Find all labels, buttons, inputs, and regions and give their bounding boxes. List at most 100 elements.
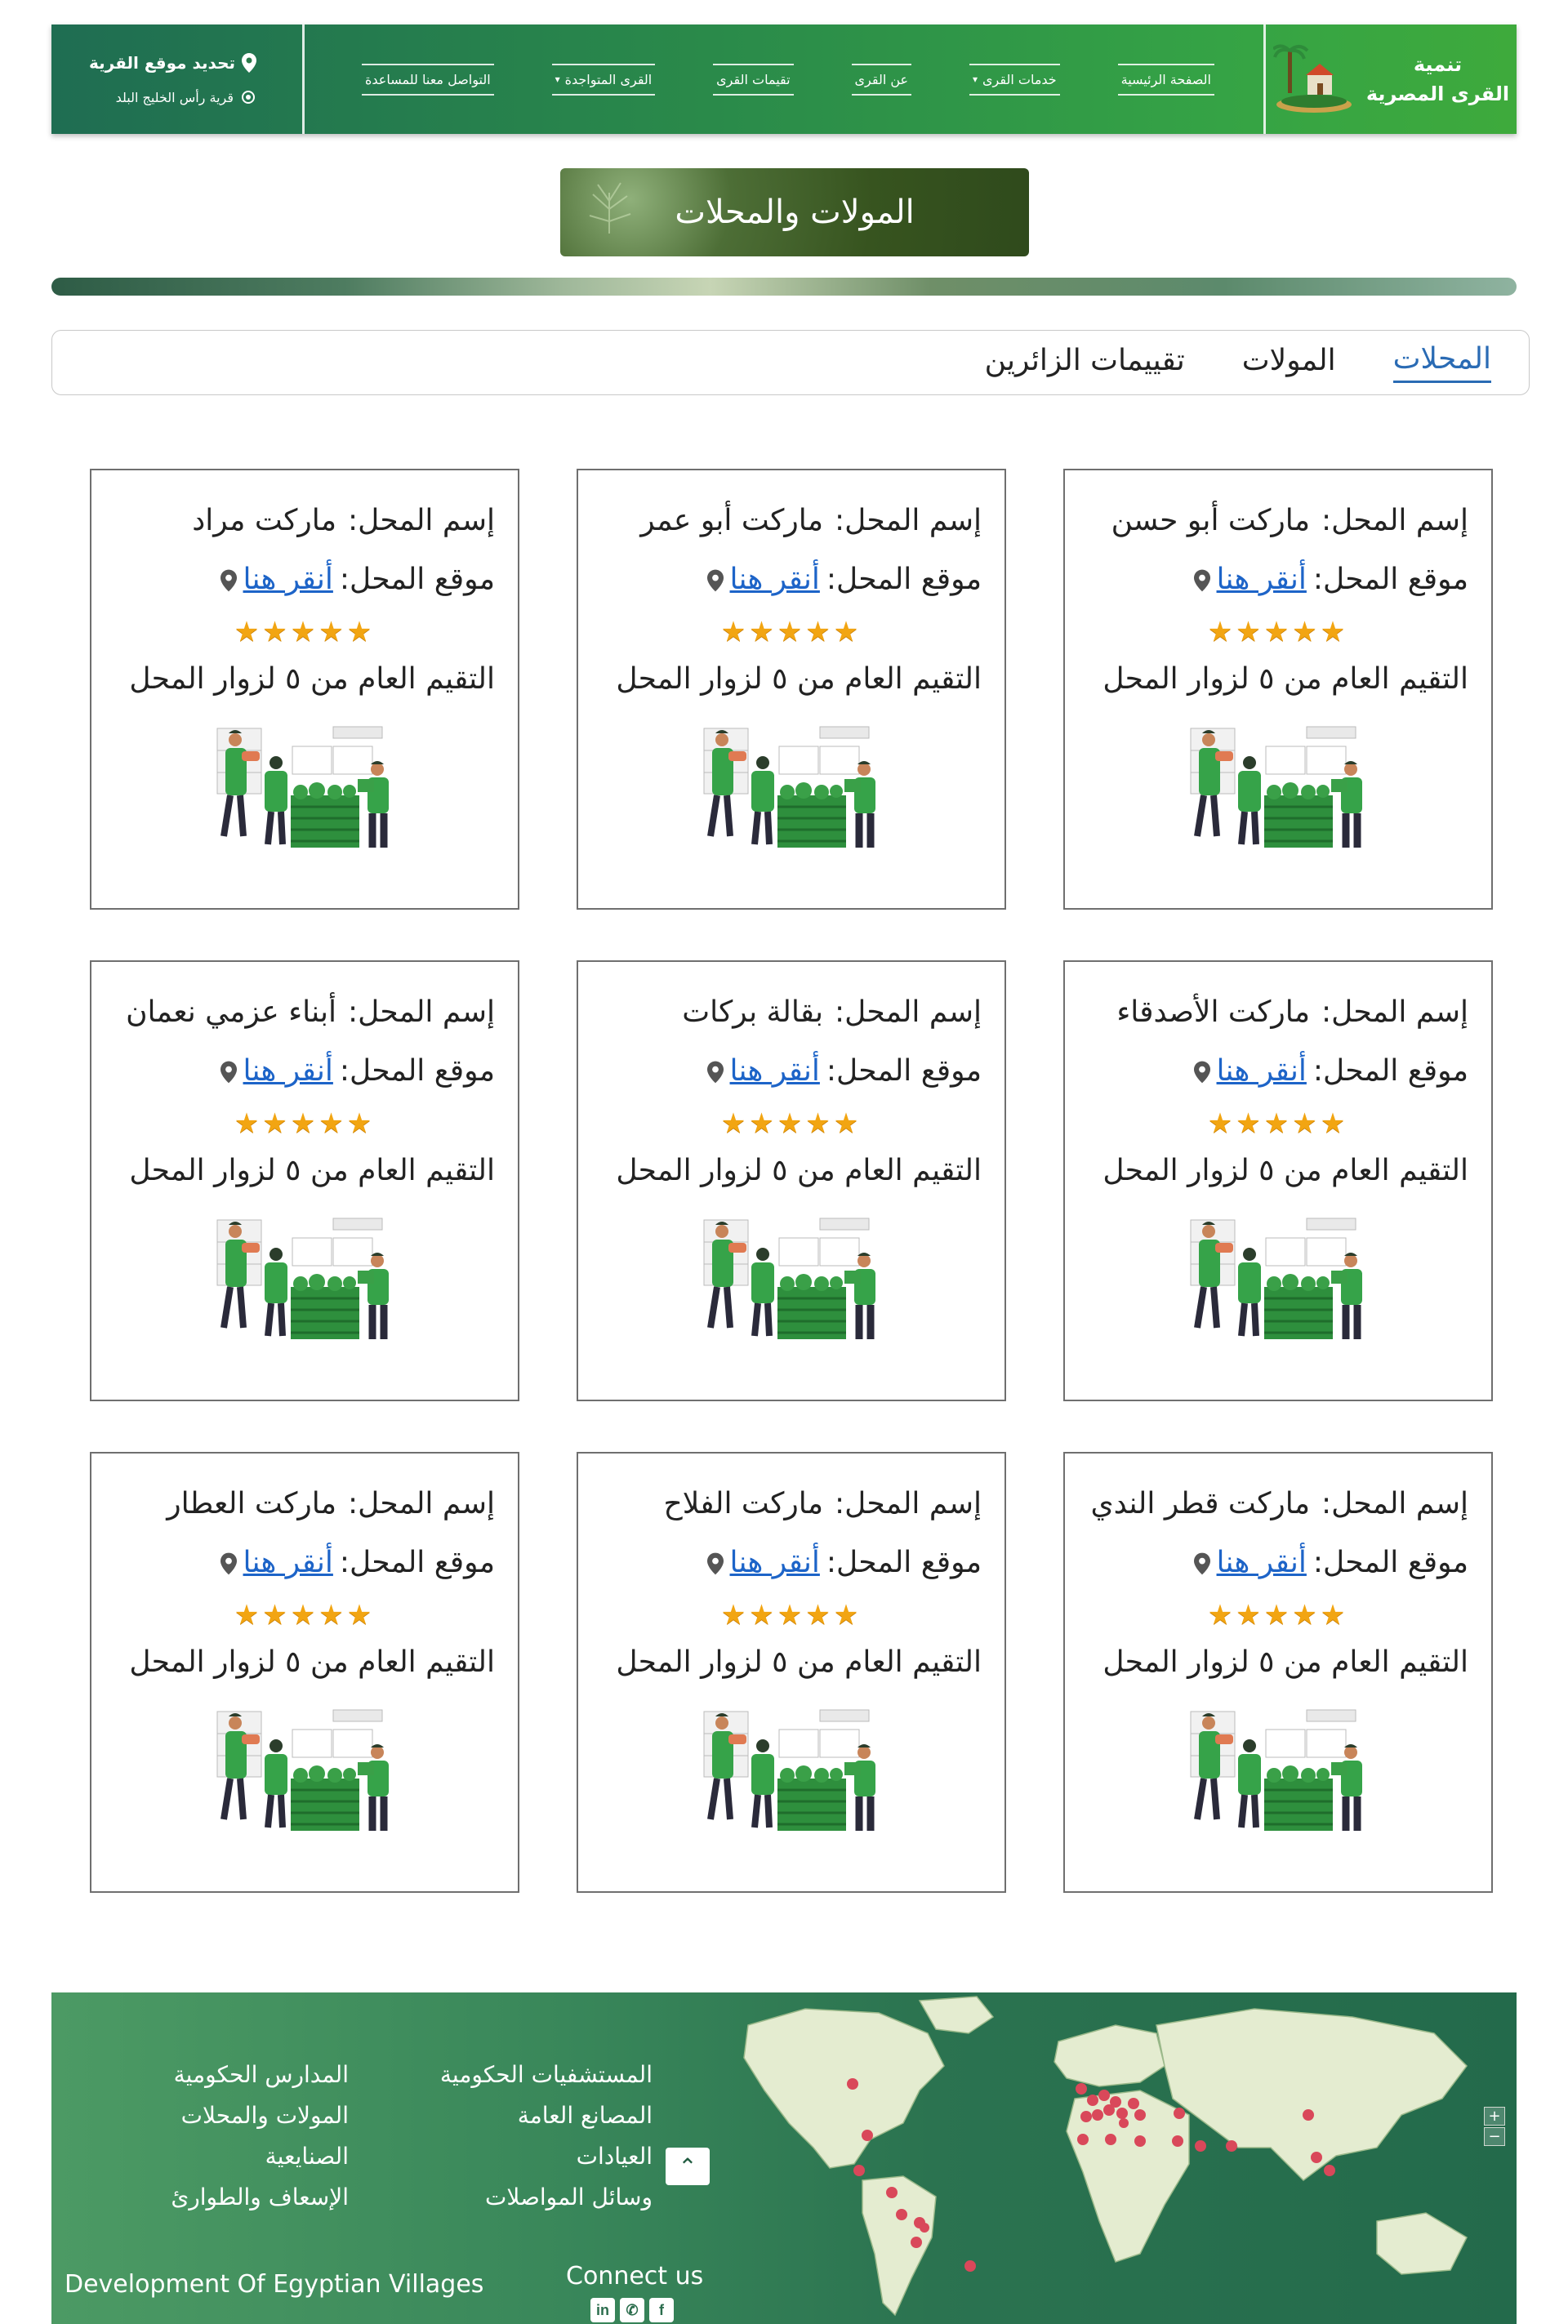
star-icon: ★ xyxy=(234,616,263,648)
set-village-location-button[interactable]: تحديد موقع القرية xyxy=(68,53,256,73)
rating-caption: التقيم العام من ٥ لزوار المحل xyxy=(129,1154,495,1187)
star-icon: ★ xyxy=(749,1599,777,1632)
shop-location-link[interactable]: أنقر هنا xyxy=(243,563,333,596)
shop-location-label: موقع المحل: xyxy=(1312,1054,1468,1088)
shop-location-link[interactable]: أنقر هنا xyxy=(243,1054,333,1088)
shop-location-link[interactable]: أنقر هنا xyxy=(730,1546,820,1579)
star-icon: ★ xyxy=(1292,616,1321,648)
star-icon: ★ xyxy=(262,616,291,648)
footer-link[interactable]: المصانع العامة xyxy=(440,2095,653,2136)
map-pin-icon xyxy=(242,53,256,73)
star-icon: ★ xyxy=(833,1107,862,1140)
footer-link[interactable]: المدارس الحكومية xyxy=(171,2055,349,2095)
footer-link[interactable]: المستشفيات الحكومية xyxy=(440,2055,653,2095)
map-pin-icon xyxy=(706,569,724,592)
star-icon: ★ xyxy=(1236,616,1264,648)
facebook-icon[interactable]: f xyxy=(649,2298,674,2322)
map-pin-icon xyxy=(706,1552,724,1575)
star-icon: ★ xyxy=(1207,616,1236,648)
shop-location-link[interactable]: أنقر هنا xyxy=(730,563,820,596)
map-pin-icon xyxy=(220,1552,237,1575)
footer-link[interactable]: الصنايعية xyxy=(171,2136,349,2177)
connect-us-label: Connect us xyxy=(566,2262,704,2291)
nav-village-ratings[interactable]: تقيمات القرى xyxy=(713,63,794,96)
star-rating: ★★★★★ xyxy=(114,1599,495,1632)
shop-location-link[interactable]: أنقر هنا xyxy=(1217,1054,1307,1088)
whatsapp-icon[interactable]: ✆ xyxy=(620,2298,644,2322)
star-icon: ★ xyxy=(318,1599,347,1632)
star-rating: ★★★★★ xyxy=(601,1599,982,1632)
shop-location-link[interactable]: أنقر هنا xyxy=(730,1054,820,1088)
shop-location-label: موقع المحل: xyxy=(339,1054,495,1088)
star-icon: ★ xyxy=(346,1599,376,1632)
footer-link[interactable]: الإسعاف والطوارئ xyxy=(171,2177,349,2218)
nav-home[interactable]: الصفحة الرئيسية xyxy=(1117,63,1214,96)
zoom-in-button[interactable]: + xyxy=(1484,2107,1505,2126)
nav-label: تقيمات القرى xyxy=(716,71,791,87)
brand[interactable]: تنمية القرى المصرية xyxy=(1263,24,1517,134)
star-rating: ★★★★★ xyxy=(1088,616,1468,648)
shop-location-row: موقع المحل:أنقر هنا xyxy=(601,1545,982,1581)
chevron-down-icon: ▾ xyxy=(555,73,560,85)
shop-name: ماركت أبو عمر xyxy=(640,504,824,537)
shop-name-row: إسم المحل: أبناء عزمي نعمان xyxy=(114,995,495,1031)
shop-name-label: إسم المحل: xyxy=(348,995,495,1029)
rating-caption: التقيم العام من ٥ لزوار المحل xyxy=(616,1154,982,1187)
tab-malls[interactable]: المولات xyxy=(1242,344,1336,382)
star-icon: ★ xyxy=(720,1107,750,1140)
shop-location-link[interactable]: أنقر هنا xyxy=(1217,563,1307,596)
shop-card: إسم المحل: ماركت الفلاح موقع المحل:أنقر ه… xyxy=(577,1452,1006,1893)
star-icon: ★ xyxy=(346,1107,376,1140)
scroll-to-top-button[interactable]: ⌃ xyxy=(666,2148,710,2185)
shop-location-label: موقع المحل: xyxy=(826,563,982,596)
nav-village-services[interactable]: خدمات القرى ▾ xyxy=(969,63,1060,96)
shop-name: ماركت مراد xyxy=(192,504,337,537)
shop-name-row: إسم المحل: ماركت الفلاح xyxy=(601,1486,982,1522)
rating-caption: التقيم العام من ٥ لزوار المحل xyxy=(1102,662,1468,696)
page-title-banner: المولات والمحلات xyxy=(560,168,1029,256)
shopping-illustration-icon xyxy=(1190,1709,1362,1831)
linkedin-icon[interactable]: in xyxy=(590,2298,615,2322)
shop-name-label: إسم المحل: xyxy=(1321,504,1468,537)
nav-label: خدمات القرى xyxy=(982,71,1057,87)
shop-name: بقالة بركات xyxy=(682,995,824,1029)
world-map[interactable] xyxy=(732,1992,1517,2324)
star-icon: ★ xyxy=(234,1107,263,1140)
star-icon: ★ xyxy=(1207,1599,1236,1632)
tab-visitor-reviews[interactable]: تقييمات الزائرين xyxy=(985,344,1185,382)
plant-decoration-icon xyxy=(589,182,631,234)
nav-contact-help[interactable]: التواصل معنا للمساعدة xyxy=(362,63,494,96)
footer-link[interactable]: المولات والمحلات xyxy=(171,2095,349,2136)
tab-shops[interactable]: المحلات xyxy=(1392,342,1491,383)
star-icon: ★ xyxy=(833,616,862,648)
shop-location-row: موقع المحل:أنقر هنا xyxy=(114,562,495,598)
rating-caption: التقيم العام من ٥ لزوار المحل xyxy=(616,662,982,696)
shop-name-label: إسم المحل: xyxy=(1321,1487,1468,1520)
zoom-out-button[interactable]: − xyxy=(1484,2127,1505,2146)
star-rating: ★★★★★ xyxy=(601,616,982,648)
star-icon: ★ xyxy=(777,1599,806,1632)
nav-about-villages[interactable]: عن القرى xyxy=(851,63,912,96)
double-chevron-up-icon: ⌃ xyxy=(678,2153,697,2180)
footer-link[interactable]: العيادات xyxy=(440,2136,653,2177)
shop-location-link[interactable]: أنقر هنا xyxy=(1217,1546,1307,1579)
map-pin-icon xyxy=(706,1061,724,1084)
shop-name-label: إسم المحل: xyxy=(1321,995,1468,1029)
star-icon: ★ xyxy=(1263,1107,1293,1140)
shops-grid: إسم المحل:ماركت أبو حسن موقع المحل:أنقر … xyxy=(90,469,1493,1893)
brand-name: تنمية القرى المصرية xyxy=(1366,50,1509,109)
footer-link[interactable]: وسائل المواصلات xyxy=(440,2177,653,2218)
shop-name-label: إسم المحل: xyxy=(835,995,982,1029)
shop-name-label: إسم المحل: xyxy=(348,504,495,537)
shop-location-link[interactable]: أنقر هنا xyxy=(243,1546,333,1579)
current-village-name: قرية رأس الخليج البلد xyxy=(115,89,234,105)
star-icon: ★ xyxy=(1320,1107,1349,1140)
shop-name-row: إسم المحل: ماركت مراد xyxy=(114,503,495,539)
shop-name-row: إسم المحل: بقالة بركات xyxy=(601,995,982,1031)
shop-name: أبناء عزمي نعمان xyxy=(126,995,337,1029)
brand-line-2: القرى المصرية xyxy=(1365,82,1510,105)
shop-name: ماركت قطر الندي xyxy=(1090,1487,1311,1520)
star-icon: ★ xyxy=(318,616,347,648)
rating-caption: التقيم العام من ٥ لزوار المحل xyxy=(129,1645,495,1679)
nav-available-villages[interactable]: القرى المتواجدة ▾ xyxy=(551,63,656,96)
